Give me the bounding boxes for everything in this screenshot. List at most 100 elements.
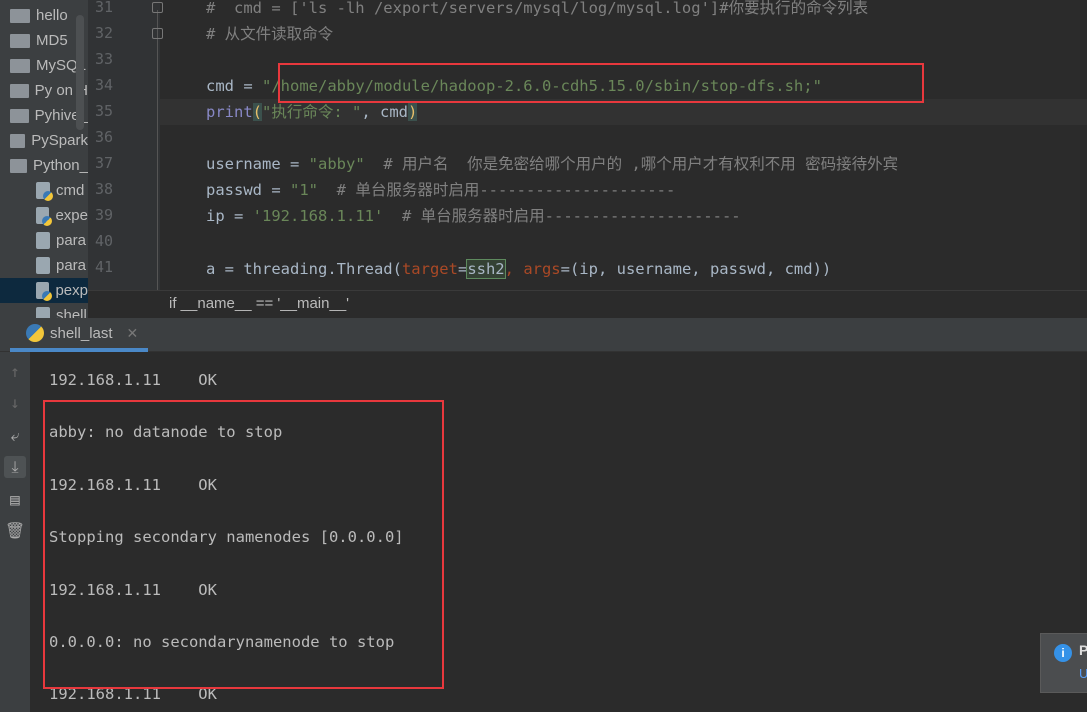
tree-item-label: Python_ xyxy=(32,157,88,174)
code-token: target xyxy=(401,260,458,278)
notification-title: P xyxy=(1079,642,1087,658)
annotation-box xyxy=(278,63,924,103)
arrow-down-icon[interactable]: ↓ xyxy=(4,392,26,414)
line-number: 31 xyxy=(94,0,113,16)
tree-item-label: MD5 xyxy=(36,32,68,49)
tab-shell-last[interactable]: shell_last ✕ xyxy=(10,318,148,352)
folder-icon xyxy=(10,158,27,173)
breadcrumb[interactable]: if __name__ == '__main__' xyxy=(88,290,1087,318)
code-token: a = threading.Thread( xyxy=(206,260,402,278)
line-number: 39 xyxy=(94,206,113,224)
code-token: , xyxy=(504,260,524,278)
line-number: 32 xyxy=(94,24,113,42)
code-line-38: passwd = "1" # 单台服务器时启用-----------------… xyxy=(206,177,675,203)
tree-item[interactable]: shell xyxy=(0,303,88,318)
tree-item-label: para xyxy=(56,232,87,249)
tree-item-label: hello xyxy=(36,7,68,24)
code-token: = xyxy=(457,260,468,278)
info-icon: i xyxy=(1054,644,1072,662)
annotation-box xyxy=(43,400,444,689)
tree-item-label: pexp xyxy=(55,282,88,299)
console-line: 192.168.1.11 OK xyxy=(49,371,217,389)
tree-item[interactable]: MySQL xyxy=(0,53,88,78)
scroll-to-end-icon[interactable]: ⤓ xyxy=(4,456,26,478)
scrollbar[interactable] xyxy=(76,15,84,130)
code-token: ssh2 xyxy=(466,259,506,279)
notification-link[interactable]: U xyxy=(1079,666,1087,681)
tree-item[interactable]: Pyhive_ xyxy=(0,103,88,128)
tree-item-label: expe xyxy=(55,207,88,224)
tree-item[interactable]: expe xyxy=(0,203,88,228)
folder-icon xyxy=(10,83,29,98)
line-number: 41 xyxy=(94,258,113,276)
line-number: 38 xyxy=(94,180,113,198)
line-number: 33 xyxy=(94,50,113,68)
tree-item[interactable]: pexp xyxy=(0,278,88,303)
tab-label: shell_last xyxy=(50,324,113,342)
text-file-icon xyxy=(36,257,50,274)
tree-item[interactable]: para xyxy=(0,228,88,253)
fold-guide xyxy=(157,10,158,290)
code-token: cmd = xyxy=(206,77,262,95)
folder-icon xyxy=(10,8,30,23)
code-line-37: username = "abby" # 用户名 你是免密给哪个用户的 ,哪个用户… xyxy=(206,151,898,177)
text-file-icon xyxy=(36,307,50,318)
notification-balloon[interactable]: i P U xyxy=(1040,633,1087,693)
code-token: print xyxy=(206,103,253,121)
tree-item[interactable]: cmd xyxy=(0,178,88,203)
run-tab-bar: shell_last ✕ xyxy=(0,318,1087,352)
code-token: ( xyxy=(252,103,263,121)
code-comment: # 单台服务器时启用--------------------- xyxy=(383,207,741,225)
code-comment: # 单台服务器时启用--------------------- xyxy=(318,181,676,199)
tree-item[interactable]: PySpark xyxy=(0,128,88,153)
soft-wrap-icon[interactable]: ⤶ xyxy=(4,425,26,447)
tree-item-label: shell xyxy=(56,307,87,318)
python-file-icon xyxy=(36,207,54,226)
line-number: 37 xyxy=(94,154,113,172)
line-number: 34 xyxy=(94,76,113,94)
code-token: username = xyxy=(206,155,309,173)
tree-item[interactable]: MD5 xyxy=(0,28,88,53)
code-token: , cmd xyxy=(361,103,409,121)
code-string: "1" xyxy=(290,181,318,199)
trash-icon[interactable]: 🗑 xyxy=(4,520,26,542)
line-number: 36 xyxy=(94,128,113,146)
tree-item[interactable]: hello xyxy=(0,3,88,28)
line-number: 35 xyxy=(94,102,113,120)
code-line-32: # 从文件读取命令 xyxy=(206,25,334,43)
tree-item-label: PySpark xyxy=(31,132,88,149)
tree-item[interactable]: Python_ xyxy=(0,153,88,178)
close-icon[interactable]: ✕ xyxy=(127,325,139,342)
folder-icon xyxy=(10,33,30,48)
tree-item-label: cmd xyxy=(56,182,85,199)
line-gutter: 31 32 33 34 35 36 37 38 39 40 41 xyxy=(88,0,160,290)
tree-item[interactable]: Py on H xyxy=(0,78,88,103)
text-file-icon xyxy=(36,232,50,249)
code-token: passwd = xyxy=(206,181,290,199)
code-string: "执行命令: " xyxy=(262,103,362,121)
code-editor[interactable]: # cmd = ['ls -lh /export/servers/mysql/l… xyxy=(160,0,1087,290)
tree-item-label: para xyxy=(56,257,87,274)
code-line-31: # cmd = ['ls -lh /export/servers/mysql/l… xyxy=(206,0,869,17)
code-string: '192.168.1.11' xyxy=(252,207,384,225)
line-number: 40 xyxy=(94,232,113,250)
folder-icon xyxy=(10,133,26,148)
code-token: ip = xyxy=(206,207,253,225)
tree-item[interactable]: para xyxy=(0,253,88,278)
python-file-icon xyxy=(36,282,54,301)
folder-icon xyxy=(10,58,30,73)
project-tree: hello MD5 MySQL Py on H Pyhive_ PySpark Python… xyxy=(0,0,88,318)
print-icon[interactable]: ▤ xyxy=(4,489,26,511)
run-toolbar: ↑ ↓ ⤶ ⤓ ▤ 🗑 xyxy=(0,352,30,712)
code-token: =(ip, username, passwd, cmd)) xyxy=(560,260,832,278)
code-token: args xyxy=(523,260,561,278)
folder-icon xyxy=(10,108,29,123)
code-comment: # 用户名 你是免密给哪个用户的 ,哪个用户才有权利不用 密码接待外宾 xyxy=(364,155,899,173)
code-line-39: ip = '192.168.1.11' # 单台服务器时启用----------… xyxy=(206,203,741,229)
code-token: ) xyxy=(408,103,418,121)
python-file-icon xyxy=(36,182,53,201)
python-icon xyxy=(26,324,44,342)
code-line-41: a = threading.Thread(target=ssh2, args=(… xyxy=(206,256,831,282)
code-string: "abby" xyxy=(308,155,365,173)
arrow-up-icon[interactable]: ↑ xyxy=(4,361,26,383)
